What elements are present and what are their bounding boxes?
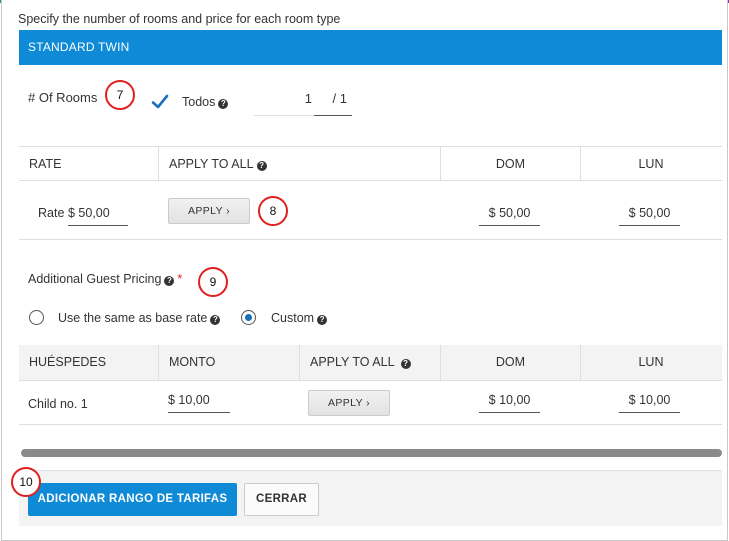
todos-label: Todos [182, 95, 216, 109]
header-cell-dom: DOM [440, 345, 580, 380]
add-rate-range-button[interactable]: ADICIONAR RANGO DE TARIFAS [28, 483, 237, 516]
todos-option[interactable]: Todos? [182, 95, 229, 109]
chevron-right-icon: › [366, 397, 371, 409]
annotation-badge-7: 7 [105, 80, 135, 110]
required-marker: * [177, 272, 183, 286]
dialog-frame [1, 0, 728, 541]
guest-row-label: Child no. 1 [28, 397, 88, 411]
rooms-count-input[interactable]: 1 [254, 90, 314, 116]
guest-table-header: HUÉSPEDES MONTO APPLY TO ALL ? DOM LUN [19, 345, 722, 381]
checkmark-icon[interactable] [150, 92, 170, 112]
rate-dom-input[interactable]: $ 50,00 [479, 204, 540, 226]
rooms-label: # Of Rooms [28, 90, 98, 105]
help-icon[interactable]: ? [256, 161, 267, 171]
rate-table-header: RATE APPLY TO ALL? DOM LUN [19, 147, 722, 181]
header-cell-apply-to-all: APPLY TO ALL? [158, 147, 440, 180]
additional-guest-pricing-label: Additional Guest Pricing? * [28, 272, 183, 286]
rate-row-label: Rate [38, 206, 65, 220]
rooms-total: / 1 [314, 90, 352, 116]
header-cell-huespedes: HUÉSPEDES [29, 355, 107, 369]
annotation-badge-8: 8 [258, 196, 288, 226]
instructions-text: Specify the number of rooms and price fo… [18, 12, 341, 26]
help-icon[interactable]: ? [210, 315, 221, 325]
help-icon[interactable]: ? [218, 99, 229, 109]
annotation-badge-9: 9 [198, 267, 228, 297]
help-icon[interactable]: ? [164, 276, 175, 286]
radio-custom[interactable] [241, 310, 256, 325]
guest-dom-input[interactable]: $ 10,00 [479, 391, 540, 413]
close-button[interactable]: CERRAR [244, 483, 319, 516]
rate-table: RATE APPLY TO ALL? DOM LUN Rate $ 50,00 … [19, 146, 722, 241]
header-cell-dom: DOM [440, 147, 580, 180]
radio-same-as-base[interactable] [29, 310, 44, 325]
header-cell-lun: LUN [580, 345, 721, 380]
rate-input[interactable]: $ 50,00 [68, 204, 128, 226]
help-icon[interactable]: ? [400, 359, 411, 369]
guest-lun-input[interactable]: $ 10,00 [619, 391, 680, 413]
header-cell-monto: MONTO [158, 345, 299, 380]
radio-same-as-base-label[interactable]: Use the same as base rate? [58, 311, 221, 325]
radio-custom-label[interactable]: Custom? [271, 311, 328, 325]
guest-pricing-table: HUÉSPEDES MONTO APPLY TO ALL ? DOM LUN C… [19, 345, 722, 427]
horizontal-scrollbar[interactable] [21, 449, 722, 457]
annotation-badge-10: 10 [11, 467, 41, 497]
apply-button[interactable]: APPLY › [168, 198, 250, 224]
header-cell-rate: RATE [29, 157, 62, 171]
help-icon[interactable]: ? [317, 315, 328, 325]
rate-table-row: Rate $ 50,00 APPLY › $ 50,00 $ 50,00 [19, 181, 722, 240]
guest-apply-button[interactable]: APPLY › [308, 390, 390, 416]
header-cell-apply-to-all: APPLY TO ALL ? [299, 345, 440, 380]
rate-lun-input[interactable]: $ 50,00 [619, 204, 680, 226]
header-cell-lun: LUN [580, 147, 721, 180]
chevron-right-icon: › [226, 205, 231, 217]
room-type-header: STANDARD TWIN [19, 30, 722, 65]
guest-table-row: Child no. 1 $ 10,00 APPLY › $ 10,00 $ 10… [19, 381, 722, 425]
monto-input[interactable]: $ 10,00 [168, 391, 230, 413]
